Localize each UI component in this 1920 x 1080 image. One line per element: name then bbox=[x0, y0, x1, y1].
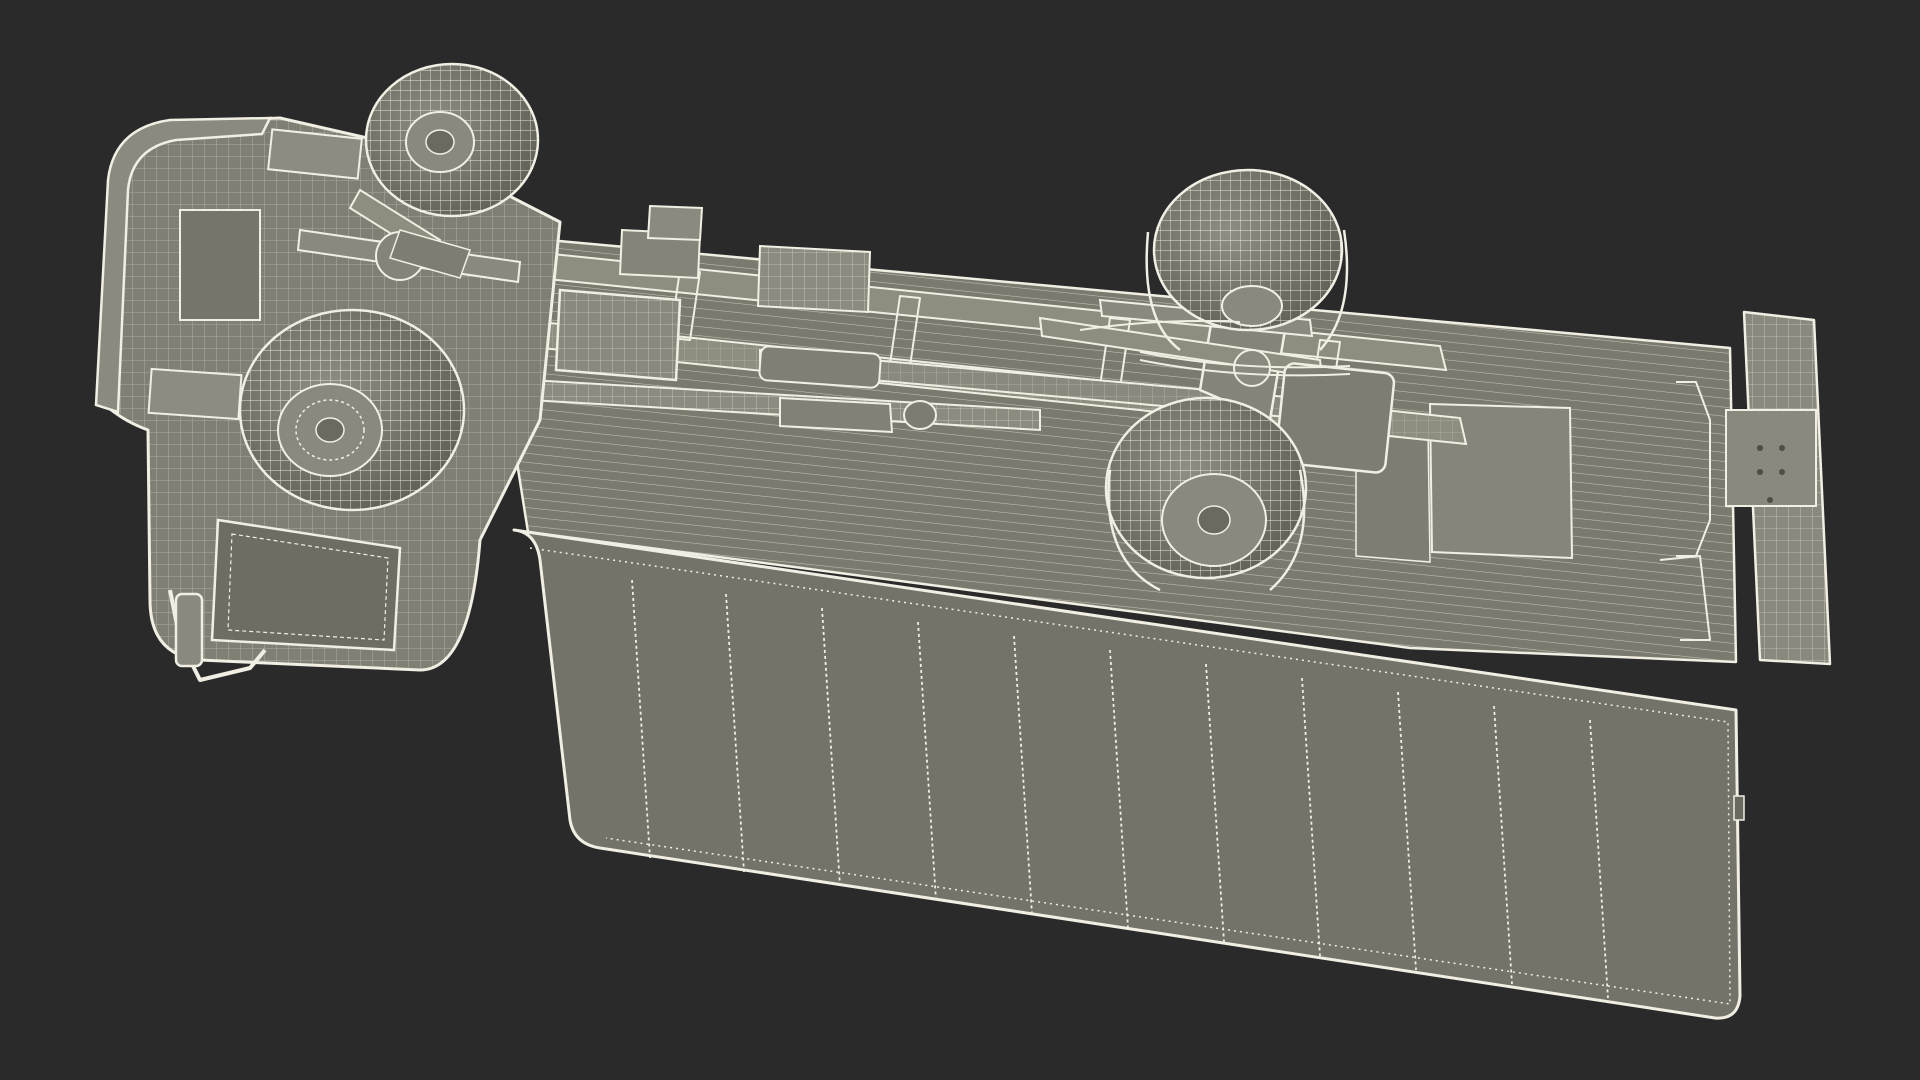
truck-render bbox=[94, 62, 1832, 1020]
front-wheel-bottom bbox=[238, 308, 466, 512]
rear-latch bbox=[1733, 795, 1745, 821]
muffler bbox=[758, 345, 882, 389]
front-wheel-top bbox=[364, 62, 540, 218]
